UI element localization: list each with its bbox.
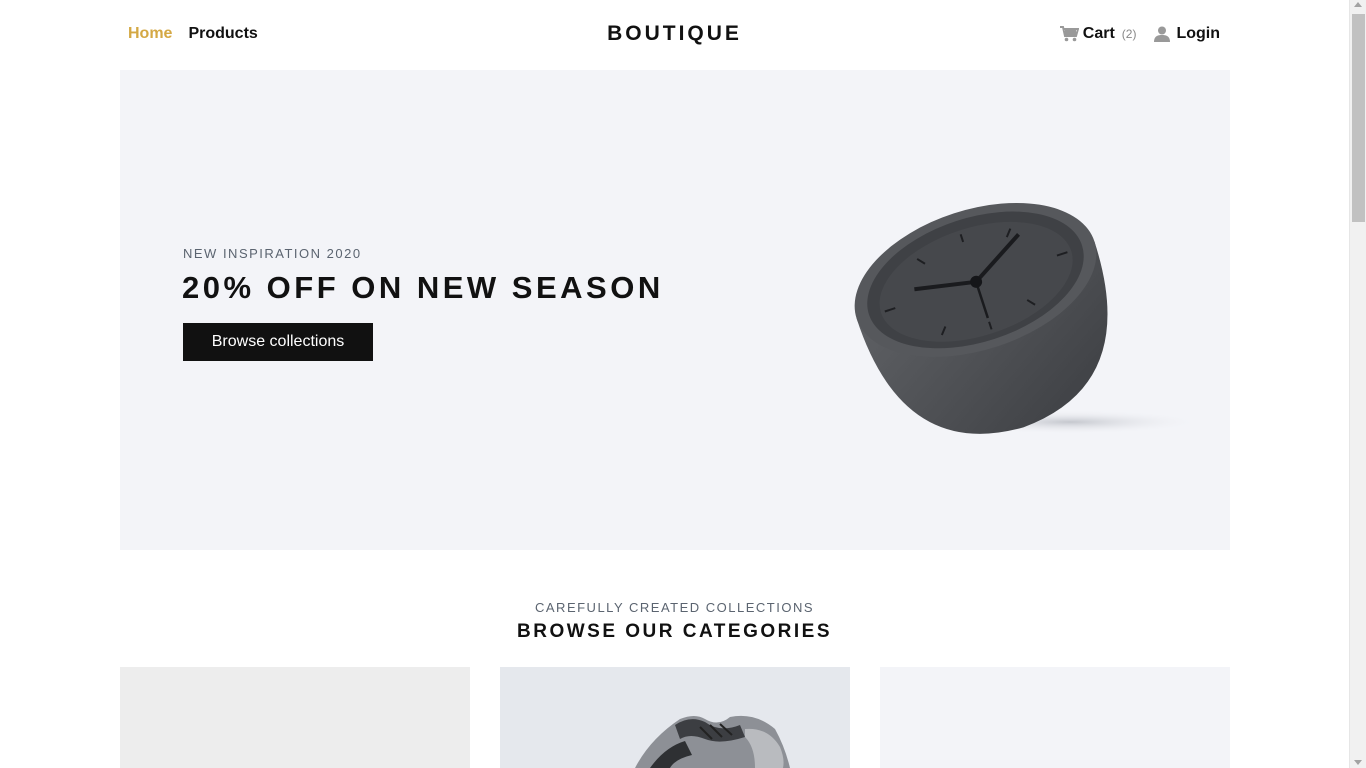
navbar: Home Products BOUTIQUE Cart (2) Login (0, 0, 1349, 70)
category-card-2[interactable] (500, 667, 850, 768)
login-label: Login (1176, 25, 1220, 42)
cart-count-badge: (2) (1121, 27, 1137, 41)
cart-label: Cart (1082, 25, 1115, 42)
hero-banner: NEW INSPIRATION 2020 20% OFF ON NEW SEAS… (120, 70, 1230, 550)
user-icon (1152, 25, 1172, 43)
categories-kicker: CAREFULLY CREATED COLLECTIONS (535, 600, 814, 615)
categories-title: BROWSE OUR CATEGORIES (517, 621, 832, 642)
category-image-1 (120, 667, 470, 768)
cart-link[interactable]: Cart (2) (1059, 25, 1137, 43)
clock-product-image (854, 202, 1200, 434)
category-image-3 (880, 667, 1230, 768)
browse-collections-button[interactable]: Browse collections (183, 323, 373, 361)
hero-kicker: NEW INSPIRATION 2020 (183, 246, 362, 261)
sneaker-category-image (500, 667, 850, 768)
account-nav: Cart (2) Login (1059, 25, 1220, 43)
page-scrollbar[interactable] (1349, 0, 1366, 768)
hero-title: 20% OFF ON NEW SEASON (182, 270, 664, 305)
category-card-1[interactable] (120, 667, 470, 768)
scroll-up-arrow-icon[interactable] (1354, 2, 1362, 7)
scroll-down-arrow-icon[interactable] (1354, 760, 1362, 765)
login-link[interactable]: Login (1152, 25, 1220, 43)
cart-icon (1059, 25, 1079, 43)
category-card-3[interactable] (880, 667, 1230, 768)
scrollbar-thumb[interactable] (1352, 14, 1365, 222)
